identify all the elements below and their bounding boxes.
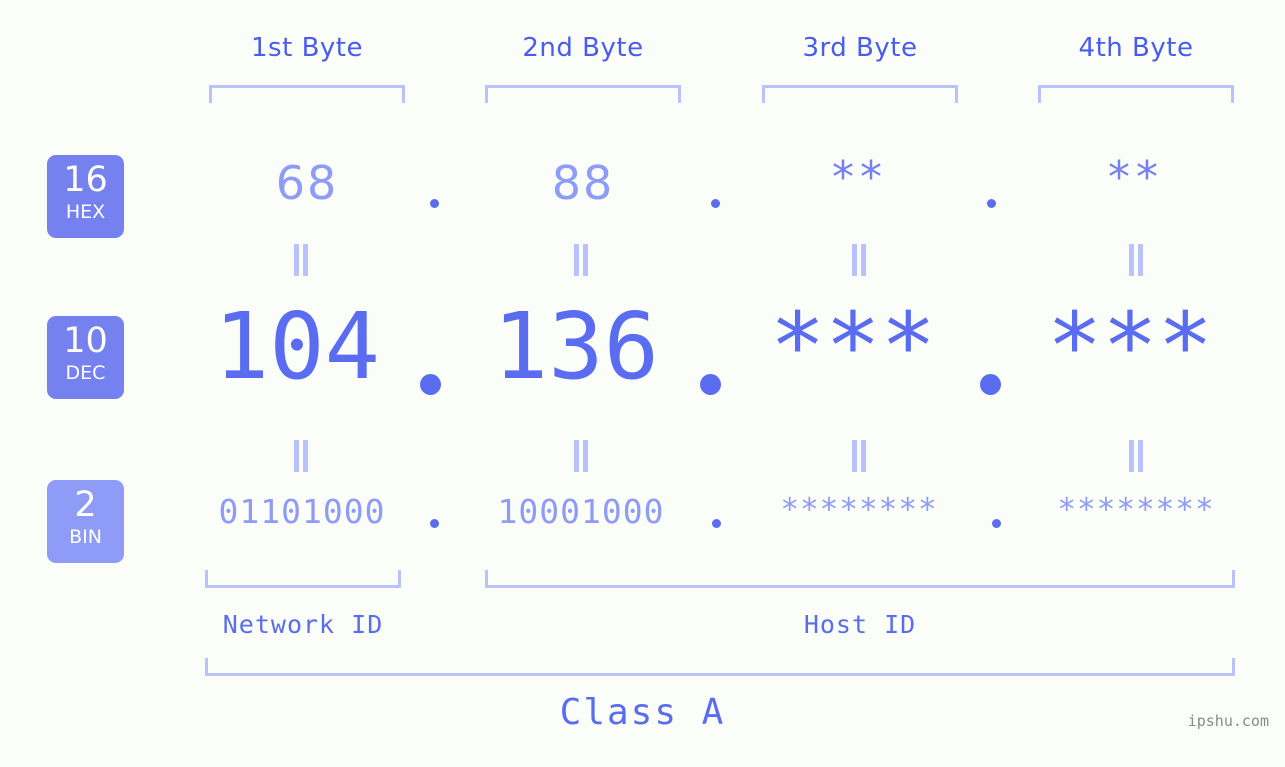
bin-byte-3: ******** [780, 492, 938, 528]
equals-mark-dec-bin-4 [1128, 440, 1143, 472]
byte-bracket-2 [485, 85, 681, 103]
host-id-label: Host ID [803, 610, 917, 639]
base-badge-bin: 2 BIN [47, 480, 124, 563]
byte-bracket-3 [762, 85, 958, 103]
equals-mark-hex-dec-2 [573, 244, 588, 276]
host-id-bracket [485, 570, 1235, 588]
equals-mark-dec-bin-1 [293, 440, 308, 472]
bin-byte-2: 10001000 [497, 492, 665, 531]
dec-byte-1: 104 [213, 293, 381, 400]
byte-header-3: 3rd Byte [802, 33, 918, 63]
base-badge-hex-name: HEX [65, 201, 106, 223]
dec-separator-dot-2 [700, 374, 721, 395]
site-watermark: ipshu.com [1187, 712, 1269, 730]
bin-separator-dot-1 [430, 519, 439, 528]
bin-separator-dot-2 [712, 519, 721, 528]
dec-byte-4: *** [1046, 293, 1214, 400]
hex-byte-4: ** [1108, 152, 1164, 203]
bin-byte-4: ******** [1057, 492, 1215, 528]
equals-mark-dec-bin-2 [573, 440, 588, 472]
base-badge-dec-number: 10 [63, 321, 108, 361]
byte-bracket-4 [1038, 85, 1234, 103]
hex-separator-dot-3 [987, 199, 996, 208]
dec-separator-dot-3 [980, 374, 1001, 395]
dec-separator-dot-1 [420, 374, 441, 395]
equals-mark-hex-dec-1 [293, 244, 308, 276]
equals-mark-dec-bin-3 [851, 440, 866, 472]
base-badge-bin-name: BIN [69, 526, 102, 548]
bin-separator-dot-3 [992, 519, 1001, 528]
hex-byte-3: ** [832, 152, 888, 203]
class-label: Class A [559, 692, 726, 733]
equals-mark-hex-dec-3 [851, 244, 866, 276]
network-id-label: Network ID [222, 610, 384, 639]
base-badge-hex-number: 16 [63, 160, 108, 200]
ip-breakdown-diagram: 1st Byte 2nd Byte 3rd Byte 4th Byte 16 H… [0, 0, 1285, 767]
bin-byte-1: 01101000 [218, 492, 386, 531]
class-bracket [205, 658, 1235, 676]
base-badge-bin-number: 2 [74, 485, 97, 525]
byte-header-1: 1st Byte [251, 33, 363, 63]
hex-byte-1: 68 [275, 156, 339, 210]
equals-mark-hex-dec-4 [1128, 244, 1143, 276]
base-badge-dec: 10 DEC [47, 316, 124, 399]
byte-header-4: 4th Byte [1078, 33, 1194, 63]
byte-header-2: 2nd Byte [522, 33, 644, 63]
byte-bracket-1 [209, 85, 405, 103]
network-id-bracket [205, 570, 401, 588]
base-badge-hex: 16 HEX [47, 155, 124, 238]
hex-byte-2: 88 [551, 156, 615, 210]
hex-separator-dot-1 [430, 199, 439, 208]
dec-byte-2: 136 [492, 293, 660, 400]
hex-separator-dot-2 [711, 199, 720, 208]
base-badge-dec-name: DEC [65, 362, 106, 384]
dec-byte-3: *** [769, 293, 937, 400]
